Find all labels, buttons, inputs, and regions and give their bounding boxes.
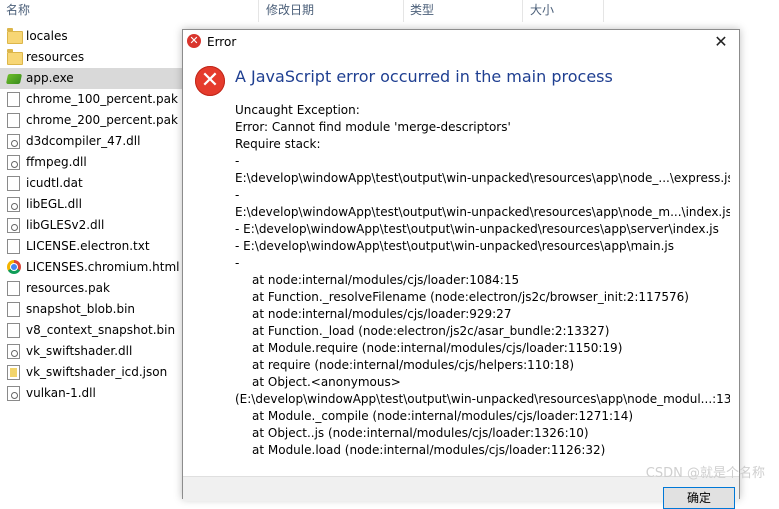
file-icon <box>7 113 20 128</box>
file-row[interactable]: app.exe <box>0 68 182 89</box>
text-file-icon <box>7 239 20 254</box>
file-name: LICENSES.chromium.html <box>26 260 180 274</box>
dialog-heading: A JavaScript error occurred in the main … <box>235 67 613 86</box>
file-name: libEGL.dll <box>26 197 82 211</box>
file-name: locales <box>26 29 68 43</box>
dll-icon <box>7 155 20 170</box>
file-row[interactable]: vk_swiftshader_icd.json <box>0 362 182 383</box>
error-message: Uncaught Exception: Error: Cannot find mo… <box>235 102 730 459</box>
file-row[interactable]: libEGL.dll <box>0 194 182 215</box>
dialog-titlebar[interactable]: ✕ Error ✕ <box>183 30 739 54</box>
file-name: vk_swiftshader.dll <box>26 344 133 358</box>
dll-icon <box>7 134 20 149</box>
folder-icon <box>7 28 23 44</box>
file-row[interactable]: LICENSES.chromium.html <box>0 257 182 278</box>
file-row[interactable]: snapshot_blob.bin <box>0 299 182 320</box>
message-line: at Module.load (node:internal/modules/cj… <box>252 443 606 457</box>
file-name: vk_swiftshader_icd.json <box>26 365 168 379</box>
dialog-title: Error <box>207 35 237 49</box>
file-row[interactable]: vulkan-1.dll <box>0 383 182 404</box>
file-row[interactable]: libGLESv2.dll <box>0 215 182 236</box>
message-line: at Module.require (node:internal/modules… <box>252 341 623 355</box>
file-row[interactable]: resources.pak <box>0 278 182 299</box>
file-row[interactable]: ffmpeg.dll <box>0 152 182 173</box>
column-separator[interactable] <box>403 0 404 22</box>
file-name: vulkan-1.dll <box>26 386 96 400</box>
file-row[interactable]: d3dcompiler_47.dll <box>0 131 182 152</box>
message-line: - <box>235 154 240 168</box>
error-icon: ✕ <box>187 34 201 48</box>
message-line: - <box>235 188 240 202</box>
file-name: app.exe <box>26 71 74 85</box>
dll-icon <box>7 344 20 359</box>
message-line: - E:\develop\windowApp\test\output\win-u… <box>235 239 674 253</box>
file-icon <box>7 323 20 338</box>
message-line: at Function._resolveFilename (node:elect… <box>252 290 689 304</box>
ok-button[interactable]: 确定 <box>663 487 735 509</box>
column-separator[interactable] <box>522 0 523 22</box>
column-header-type[interactable]: 类型 <box>410 1 434 18</box>
message-line: (E:\develop\windowApp\test\output\win-un… <box>235 392 730 406</box>
file-row[interactable]: LICENSE.electron.txt <box>0 236 182 257</box>
file-name: v8_context_snapshot.bin <box>26 323 176 337</box>
chrome-icon <box>7 260 21 274</box>
column-separator[interactable] <box>603 0 604 22</box>
file-row[interactable]: vk_swiftshader.dll <box>0 341 182 362</box>
column-header-date[interactable]: 修改日期 <box>266 1 314 18</box>
message-line: at Module._compile (node:internal/module… <box>252 409 634 423</box>
message-line: at Function._load (node:electron/js2c/as… <box>252 324 610 338</box>
file-name: chrome_200_percent.pak <box>26 113 178 127</box>
message-line: at Object.<anonymous> <box>252 375 401 389</box>
file-row[interactable]: chrome_200_percent.pak <box>0 110 182 131</box>
message-line: E:\develop\windowApp\test\output\win-unp… <box>235 205 730 219</box>
message-line: Require stack: <box>235 137 321 151</box>
message-line: Uncaught Exception: <box>235 103 360 117</box>
close-button[interactable]: ✕ <box>707 32 735 52</box>
dll-icon <box>7 386 20 401</box>
message-line: E:\develop\windowApp\test\output\win-unp… <box>235 171 730 185</box>
file-icon <box>7 302 20 317</box>
message-line: at node:internal/modules/cjs/loader:1084… <box>252 273 520 287</box>
file-row[interactable]: chrome_100_percent.pak <box>0 89 182 110</box>
folder-icon <box>7 49 23 65</box>
file-icon <box>7 281 20 296</box>
message-line: at require (node:internal/modules/cjs/he… <box>252 358 575 372</box>
dll-icon <box>7 197 20 212</box>
message-line: - <box>235 256 240 270</box>
message-line: - E:\develop\windowApp\test\output\win-u… <box>235 222 719 236</box>
file-icon <box>7 92 20 107</box>
json-icon <box>7 365 20 380</box>
file-list: locales resources app.exe chrome_100_percen… <box>0 26 182 404</box>
dll-icon <box>7 218 20 233</box>
column-header-name[interactable]: 名称 <box>6 1 30 18</box>
file-row[interactable]: resources <box>0 47 182 68</box>
file-name: snapshot_blob.bin <box>26 302 136 316</box>
file-row[interactable]: locales <box>0 26 182 47</box>
file-row[interactable]: icudtl.dat <box>0 173 182 194</box>
column-header-size[interactable]: 大小 <box>530 1 554 18</box>
error-icon: ✕ <box>195 66 225 96</box>
file-row[interactable]: v8_context_snapshot.bin <box>0 320 182 341</box>
watermark: CSDN @就是个名称 <box>645 466 765 481</box>
file-icon <box>7 176 20 191</box>
file-name: d3dcompiler_47.dll <box>26 134 141 148</box>
column-separator[interactable] <box>258 0 259 22</box>
message-line: at node:internal/modules/cjs/loader:929:… <box>252 307 512 321</box>
exe-icon <box>7 71 20 86</box>
file-name: ffmpeg.dll <box>26 155 87 169</box>
column-header-bar: 名称 修改日期 类型 大小 <box>0 0 779 22</box>
message-line: Error: Cannot find module 'merge-descrip… <box>235 120 511 134</box>
error-dialog: ✕ Error ✕ ✕ A JavaScript error occurred … <box>182 29 740 509</box>
file-name: resources <box>26 50 85 64</box>
file-name: resources.pak <box>26 281 110 295</box>
file-name: LICENSE.electron.txt <box>26 239 150 253</box>
file-name: chrome_100_percent.pak <box>26 92 178 106</box>
file-name: icudtl.dat <box>26 176 83 190</box>
file-name: libGLESv2.dll <box>26 218 105 232</box>
message-line: at Object..js (node:internal/modules/cjs… <box>252 426 589 440</box>
